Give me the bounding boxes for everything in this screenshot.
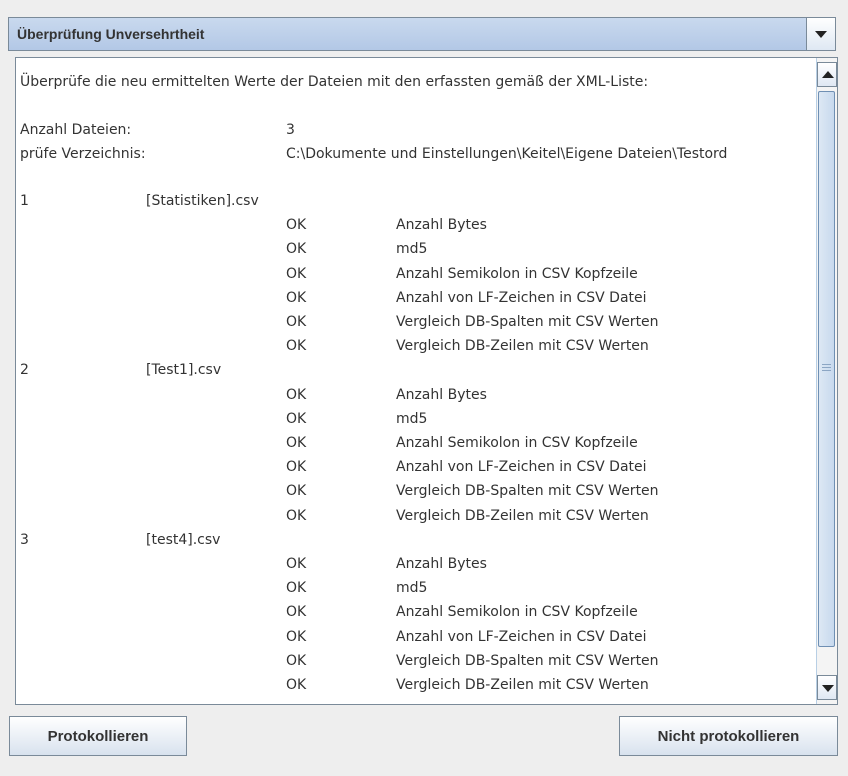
check-label: Anzahl Bytes (396, 217, 487, 234)
check-label: Vergleich DB-Spalten mit CSV Werten (396, 483, 659, 500)
check-status: OK (286, 435, 307, 451)
file-index: 2 (20, 362, 29, 379)
check-label: Vergleich DB-Spalten mit CSV Werten (396, 652, 659, 669)
check-status: OK (286, 241, 307, 258)
file-name: [Test1].csv (146, 362, 222, 379)
panel-title: Überprüfung Unversehrtheit (17, 26, 205, 42)
file-index: 3 (20, 531, 29, 548)
check-label: Anzahl von LF-Zeichen in CSV Datei (396, 628, 647, 645)
check-status: OK (286, 410, 307, 427)
check-label: Anzahl Semikolon in CSV Kopfzeile (396, 604, 638, 621)
check-status: OK (286, 628, 307, 645)
file-count-value: 3 (286, 122, 295, 138)
results-panel: Überprüfe die neu ermittelten Werte der … (15, 57, 838, 705)
check-status: OK (286, 386, 307, 403)
check-label: md5 (396, 241, 428, 258)
check-status: OK (286, 483, 307, 500)
check-label: Vergleich DB-Zeilen mit CSV Werten (396, 338, 649, 355)
protokollieren-button[interactable]: Protokollieren (9, 716, 187, 756)
check-label: Anzahl Bytes (396, 386, 487, 403)
check-label: Vergleich DB-Zeilen mit CSV Werten (396, 677, 649, 693)
panel-dropdown-button[interactable] (806, 18, 835, 50)
check-label: md5 (396, 580, 428, 597)
file-name: [Statistiken].csv (146, 193, 259, 209)
scroll-up-button[interactable] (817, 62, 837, 87)
scroll-down-button[interactable] (817, 675, 837, 700)
check-label: Anzahl Semikolon in CSV Kopfzeile (396, 265, 638, 282)
check-label: Anzahl von LF-Zeichen in CSV Datei (396, 289, 647, 306)
check-label: Anzahl Semikolon in CSV Kopfzeile (396, 435, 638, 451)
arrow-up-icon (822, 71, 834, 78)
nicht-protokollieren-button[interactable]: Nicht protokollieren (619, 716, 838, 756)
check-label: Vergleich DB-Zeilen mit CSV Werten (396, 507, 649, 524)
directory-label: prüfe Verzeichnis: (20, 146, 146, 162)
vertical-scrollbar[interactable] (816, 58, 837, 704)
scrollbar-thumb[interactable] (818, 91, 835, 647)
check-status: OK (286, 217, 307, 234)
check-label: md5 (396, 410, 428, 427)
results-text-area[interactable]: Überprüfe die neu ermittelten Werte der … (16, 58, 816, 704)
check-status: OK (286, 314, 307, 330)
check-label: Vergleich DB-Spalten mit CSV Werten (396, 314, 659, 330)
arrow-down-icon (822, 685, 834, 692)
scroll-grip-icon (819, 92, 834, 646)
check-status: OK (286, 580, 307, 597)
check-status: OK (286, 265, 307, 282)
chevron-down-icon (815, 31, 827, 38)
file-index: 1 (20, 193, 29, 209)
directory-value: C:\Dokumente und Einstellungen\Keitel\Ei… (286, 146, 728, 162)
file-count-label: Anzahl Dateien: (20, 122, 132, 138)
check-status: OK (286, 459, 307, 476)
file-name: [test4].csv (146, 531, 221, 548)
check-status: OK (286, 289, 307, 306)
check-status: OK (286, 507, 307, 524)
check-status: OK (286, 338, 307, 355)
check-label: Anzahl von LF-Zeichen in CSV Datei (396, 459, 647, 476)
check-status: OK (286, 677, 307, 693)
check-label: Anzahl Bytes (396, 556, 487, 572)
check-status: OK (286, 652, 307, 669)
check-status: OK (286, 604, 307, 621)
intro-text: Überprüfe die neu ermittelten Werte der … (20, 74, 649, 90)
panel-header[interactable]: Überprüfung Unversehrtheit (8, 17, 836, 51)
check-status: OK (286, 556, 307, 572)
